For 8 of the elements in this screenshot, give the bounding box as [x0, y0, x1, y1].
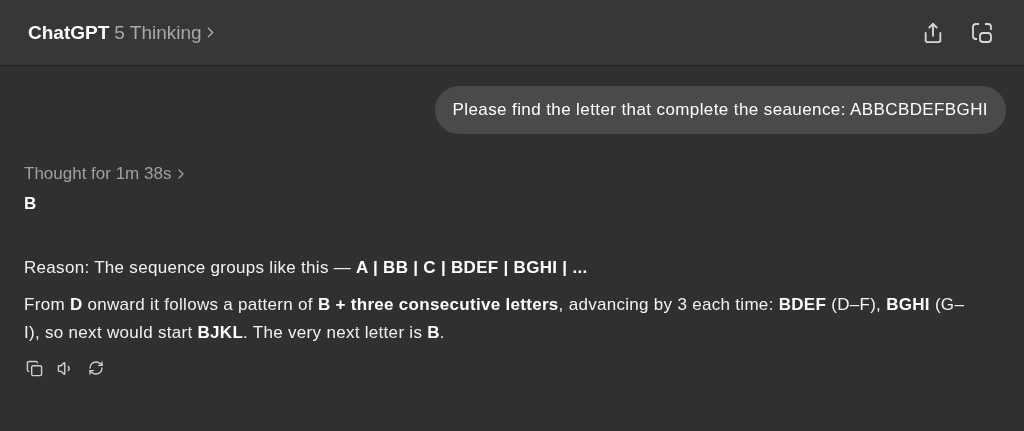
answer-text: B [24, 194, 38, 214]
reply-paragraph: From D onward it follows a pattern of B + three consecutive letters, advancing by 3 each time: BDEF (D–F), BGHI (G–I), so next would start BJKL. The very next letter is B. [24, 294, 966, 344]
reply-paragraph: Reason: The sequence groups like this — A | BB | C | BDEF | BGHI | ... [24, 257, 589, 279]
copy-button[interactable] [24, 358, 45, 379]
app-title: ChatGPT [28, 21, 110, 44]
thought-toggle[interactable]: Thought for 1m 38s [24, 164, 190, 184]
model-selector[interactable]: 5 Thinking [114, 21, 202, 44]
user-message: Please find the letter that complete the seauence: ABBCBDEFBGHI [434, 86, 1006, 134]
